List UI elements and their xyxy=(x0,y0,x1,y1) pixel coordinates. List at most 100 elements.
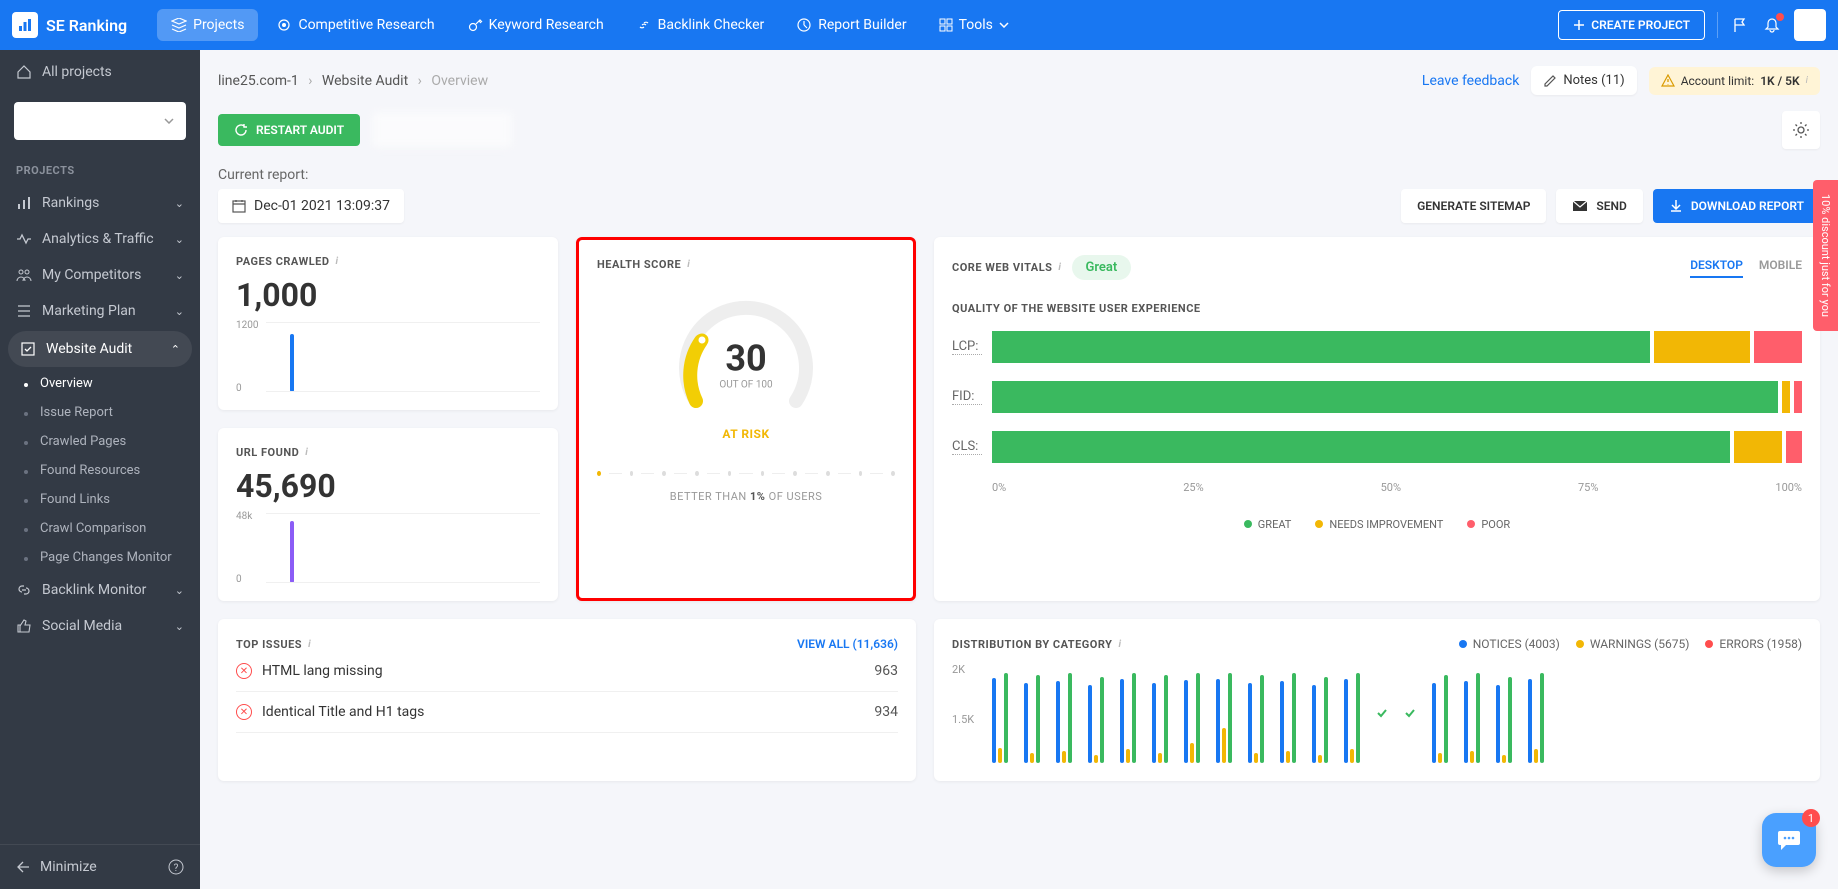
sidebar-marketing[interactable]: Marketing Plan⌄ xyxy=(0,293,200,329)
cwv-mobile-tab[interactable]: MOBILE xyxy=(1759,258,1802,278)
sidebar-sub-found-links[interactable]: Found Links xyxy=(0,485,200,514)
info-icon[interactable]: i xyxy=(1058,262,1061,273)
info-icon[interactable]: i xyxy=(1119,639,1122,650)
error-icon: ✕ xyxy=(236,704,252,720)
nav-projects[interactable]: Projects xyxy=(157,9,258,41)
thumbs-icon xyxy=(16,618,32,634)
distribution-column xyxy=(1120,663,1136,763)
link-icon xyxy=(16,582,32,598)
avatar[interactable] xyxy=(1794,9,1826,41)
account-limit-badge: Account limit: 1K / 5K i xyxy=(1649,67,1820,95)
chat-badge: 1 xyxy=(1802,809,1820,827)
generate-sitemap-button[interactable]: GENERATE SITEMAP xyxy=(1401,189,1546,223)
brand[interactable]: SE Ranking xyxy=(12,12,127,38)
distribution-column xyxy=(1152,663,1168,763)
cwv-metric-row: CLS: xyxy=(952,431,1802,463)
crumb-project[interactable]: line25.com-1 xyxy=(218,73,299,89)
sidebar-competitors[interactable]: My Competitors⌄ xyxy=(0,257,200,293)
sidebar-backlink-monitor[interactable]: Backlink Monitor⌄ xyxy=(0,572,200,608)
sidebar-sub-crawled-pages[interactable]: Crawled Pages xyxy=(0,427,200,456)
sidebar-social-media[interactable]: Social Media⌄ xyxy=(0,608,200,644)
nav-keyword[interactable]: Keyword Research xyxy=(453,9,618,41)
cwv-status-badge: Great xyxy=(1072,255,1132,280)
nav-right: CREATE PROJECT xyxy=(1558,9,1826,41)
sidebar-sub-page-changes[interactable]: Page Changes Monitor xyxy=(0,543,200,572)
nav-backlink[interactable]: Backlink Checker xyxy=(622,9,779,41)
check-icon xyxy=(1404,707,1416,719)
health-score-value: 30 xyxy=(719,337,772,379)
people-icon xyxy=(16,268,32,282)
create-project-button[interactable]: CREATE PROJECT xyxy=(1558,10,1705,40)
help-icon[interactable]: ? xyxy=(168,859,184,875)
pulse-icon xyxy=(16,233,32,245)
cwv-metric-row: FID: xyxy=(952,381,1802,413)
send-button[interactable]: SEND xyxy=(1556,189,1642,223)
url-found-card: URL FOUNDi 45,690 48k 0 xyxy=(218,428,558,601)
sidebar-sub-overview[interactable]: Overview xyxy=(0,369,200,398)
distribution-column xyxy=(1404,663,1416,763)
distribution-column xyxy=(1248,663,1264,763)
info-icon[interactable]: i xyxy=(687,259,690,270)
distribution-legend: NOTICES (4003) WARNINGS (5675) ERRORS (1… xyxy=(1459,637,1802,651)
calendar-icon xyxy=(232,199,246,213)
info-icon[interactable]: i xyxy=(305,447,308,458)
flag-icon[interactable] xyxy=(1730,15,1750,35)
download-report-button[interactable]: DOWNLOAD REPORT xyxy=(1653,189,1820,223)
warning-icon xyxy=(1661,74,1675,88)
leave-feedback-link[interactable]: Leave feedback xyxy=(1422,73,1519,89)
edit-icon xyxy=(1543,74,1557,88)
mail-icon xyxy=(1572,200,1588,212)
crumb-audit[interactable]: Website Audit xyxy=(322,73,408,89)
report-date-select[interactable]: Dec-01 2021 13:09:37 xyxy=(218,189,404,223)
bars-icon xyxy=(16,195,32,211)
download-icon xyxy=(1669,199,1683,213)
info-icon[interactable]: i xyxy=(335,256,338,267)
url-found-value: 45,690 xyxy=(236,467,540,505)
bell-icon[interactable] xyxy=(1762,15,1782,35)
better-than-text: BETTER THAN 1% OF USERS xyxy=(597,490,895,503)
distribution-column xyxy=(1184,663,1200,763)
sidebar-sub-found-resources[interactable]: Found Resources xyxy=(0,456,200,485)
refresh-icon xyxy=(234,123,248,137)
nav-competitive[interactable]: Competitive Research xyxy=(262,9,448,41)
restart-audit-button[interactable]: RESTART AUDIT xyxy=(218,114,360,146)
sidebar-website-audit[interactable]: Website Audit⌃ xyxy=(8,331,192,367)
home-icon xyxy=(16,64,32,80)
sidebar-rankings[interactable]: Rankings⌄ xyxy=(0,185,200,221)
sidebar-all-projects[interactable]: All projects xyxy=(0,50,200,94)
chat-button[interactable]: 1 xyxy=(1762,813,1816,867)
nav-report[interactable]: Report Builder xyxy=(782,9,920,41)
cwv-desktop-tab[interactable]: DESKTOP xyxy=(1690,258,1743,278)
pages-crawled-card: PAGES CRAWLEDi 1,000 1200 0 xyxy=(218,237,558,410)
sidebar-sub-crawl-comparison[interactable]: Crawl Comparison xyxy=(0,514,200,543)
distribution-column xyxy=(1464,663,1480,763)
issue-row[interactable]: ✕Identical Title and H1 tags934 xyxy=(236,692,898,733)
main: line25.com-1 › Website Audit › Overview … xyxy=(200,50,1838,889)
gear-icon xyxy=(1791,120,1811,140)
check-icon xyxy=(1376,707,1388,719)
arrow-left-icon xyxy=(16,861,30,873)
sidebar-sub-issue-report[interactable]: Issue Report xyxy=(0,398,200,427)
error-icon: ✕ xyxy=(236,663,252,679)
settings-button[interactable] xyxy=(1782,111,1820,149)
url-found-chart: 48k 0 xyxy=(236,513,540,583)
distribution-column xyxy=(1024,663,1040,763)
distribution-column xyxy=(1496,663,1512,763)
distribution-column xyxy=(1088,663,1104,763)
distribution-card: DISTRIBUTION BY CATEGORYi NOTICES (4003)… xyxy=(934,619,1820,781)
view-all-issues-link[interactable]: VIEW ALL (11,636) xyxy=(797,637,898,651)
notes-button[interactable]: Notes (11) xyxy=(1531,66,1636,95)
issue-row[interactable]: ✕HTML lang missing963 xyxy=(236,651,898,692)
sidebar-minimize[interactable]: Minimize ? xyxy=(0,844,200,889)
brand-name: SE Ranking xyxy=(46,16,127,35)
info-icon[interactable]: i xyxy=(308,639,311,650)
sidebar-analytics[interactable]: Analytics & Traffic⌄ xyxy=(0,221,200,257)
project-select[interactable] xyxy=(14,102,186,140)
nav-tools[interactable]: Tools xyxy=(925,9,1023,41)
discount-tab[interactable]: 10% discount just for you xyxy=(1813,180,1838,331)
distribution-column xyxy=(1056,663,1072,763)
sidebar-section-title: PROJECTS xyxy=(0,156,200,185)
chevron-down-icon xyxy=(164,118,174,124)
pages-crawled-chart: 1200 0 xyxy=(236,322,540,392)
current-report-label: Current report: xyxy=(218,167,404,183)
